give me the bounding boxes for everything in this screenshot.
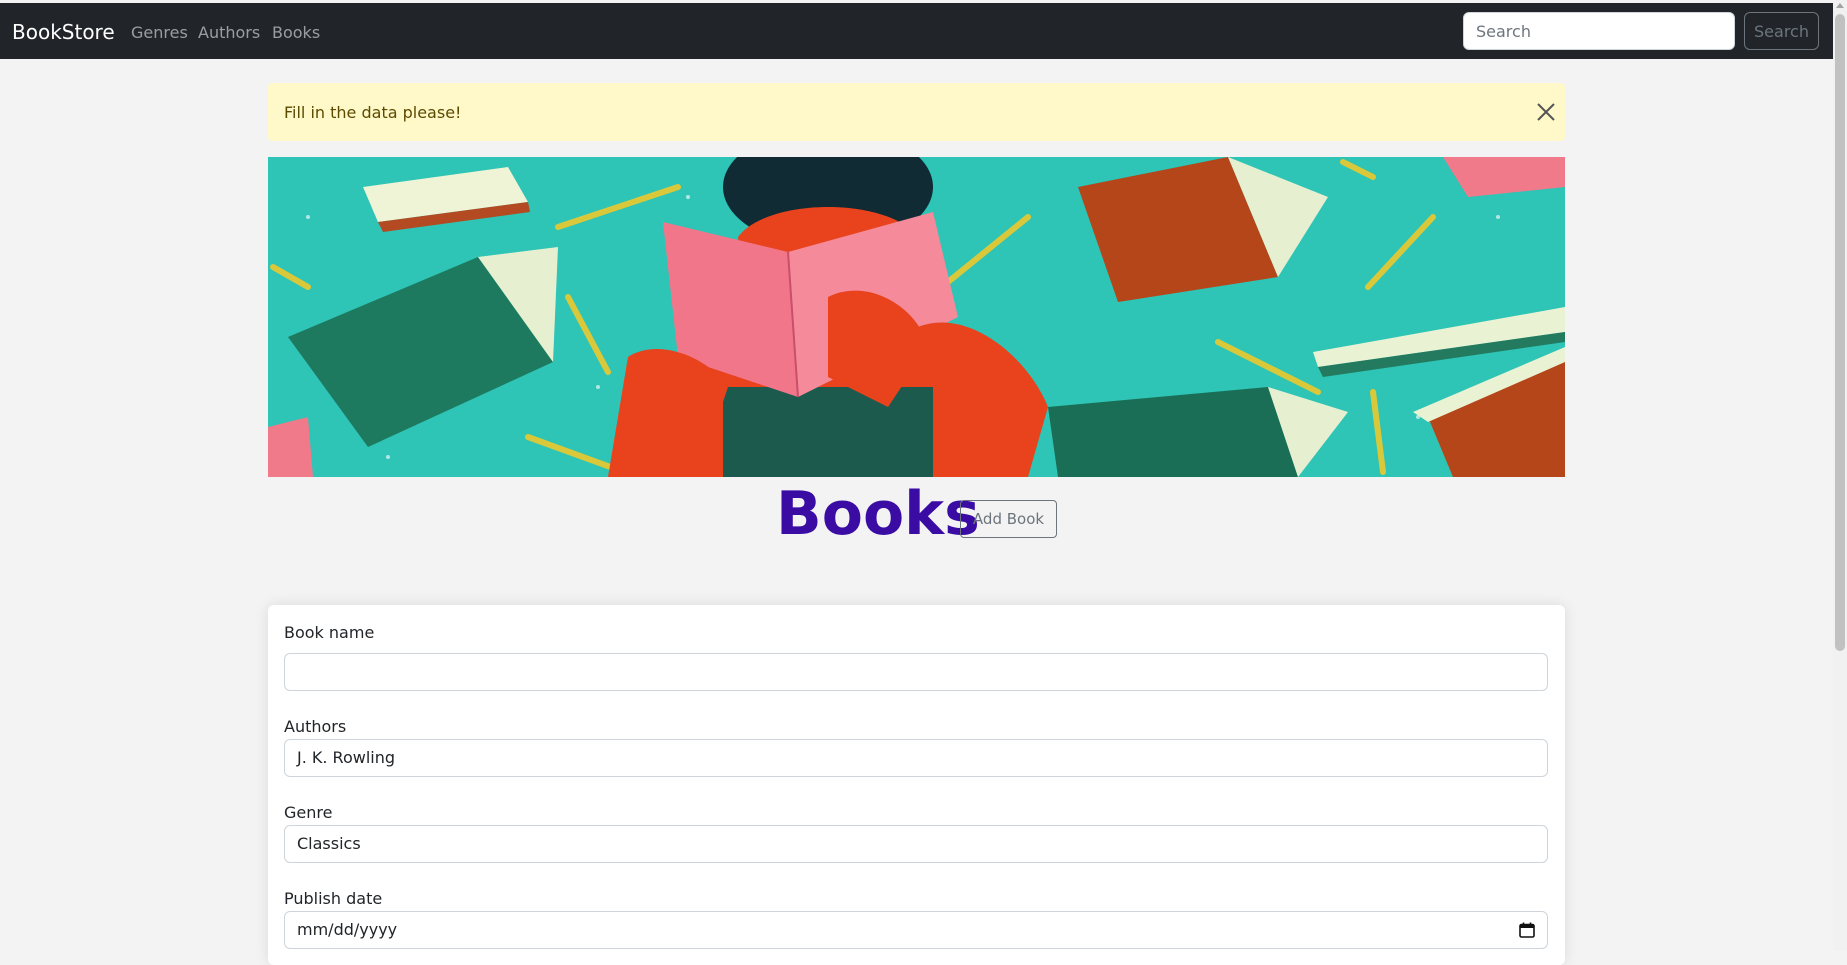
publish-date-input[interactable]: mm/dd/yyyy: [284, 911, 1548, 949]
genre-label: Genre: [284, 803, 333, 822]
search-button[interactable]: Search: [1744, 12, 1819, 50]
warning-alert: Fill in the data please!: [268, 83, 1565, 141]
authors-select[interactable]: J. K. Rowling: [284, 739, 1548, 777]
page-scrollbar[interactable]: [1833, 0, 1847, 951]
brand-link[interactable]: BookStore: [12, 20, 115, 44]
top-navbar: BookStore Genres Authors Books Search: [0, 3, 1833, 59]
nav-link-authors[interactable]: Authors: [198, 23, 260, 42]
page-title: Books: [776, 479, 980, 549]
nav-link-books[interactable]: Books: [272, 23, 320, 42]
search-input[interactable]: [1463, 12, 1735, 50]
genre-select[interactable]: Classics: [284, 825, 1548, 863]
nav-link-genres[interactable]: Genres: [131, 23, 188, 42]
alert-message: Fill in the data please!: [284, 103, 462, 122]
publish-date-value: mm/dd/yyyy: [297, 920, 398, 939]
book-name-label: Book name: [284, 623, 375, 642]
close-icon[interactable]: [1536, 102, 1556, 122]
hero-banner-image: [268, 157, 1565, 477]
calendar-icon[interactable]: [1519, 922, 1535, 938]
book-form-card: Book name Authors J. K. Rowling Genre Cl…: [268, 605, 1565, 965]
publish-date-label: Publish date: [284, 889, 383, 908]
book-illustration-7: [268, 417, 313, 477]
scroll-up-arrow-icon[interactable]: [1836, 3, 1844, 8]
book-name-input[interactable]: [284, 653, 1548, 691]
authors-label: Authors: [284, 717, 347, 736]
scrollbar-thumb[interactable]: [1835, 14, 1845, 651]
add-book-button[interactable]: Add Book: [960, 500, 1057, 538]
